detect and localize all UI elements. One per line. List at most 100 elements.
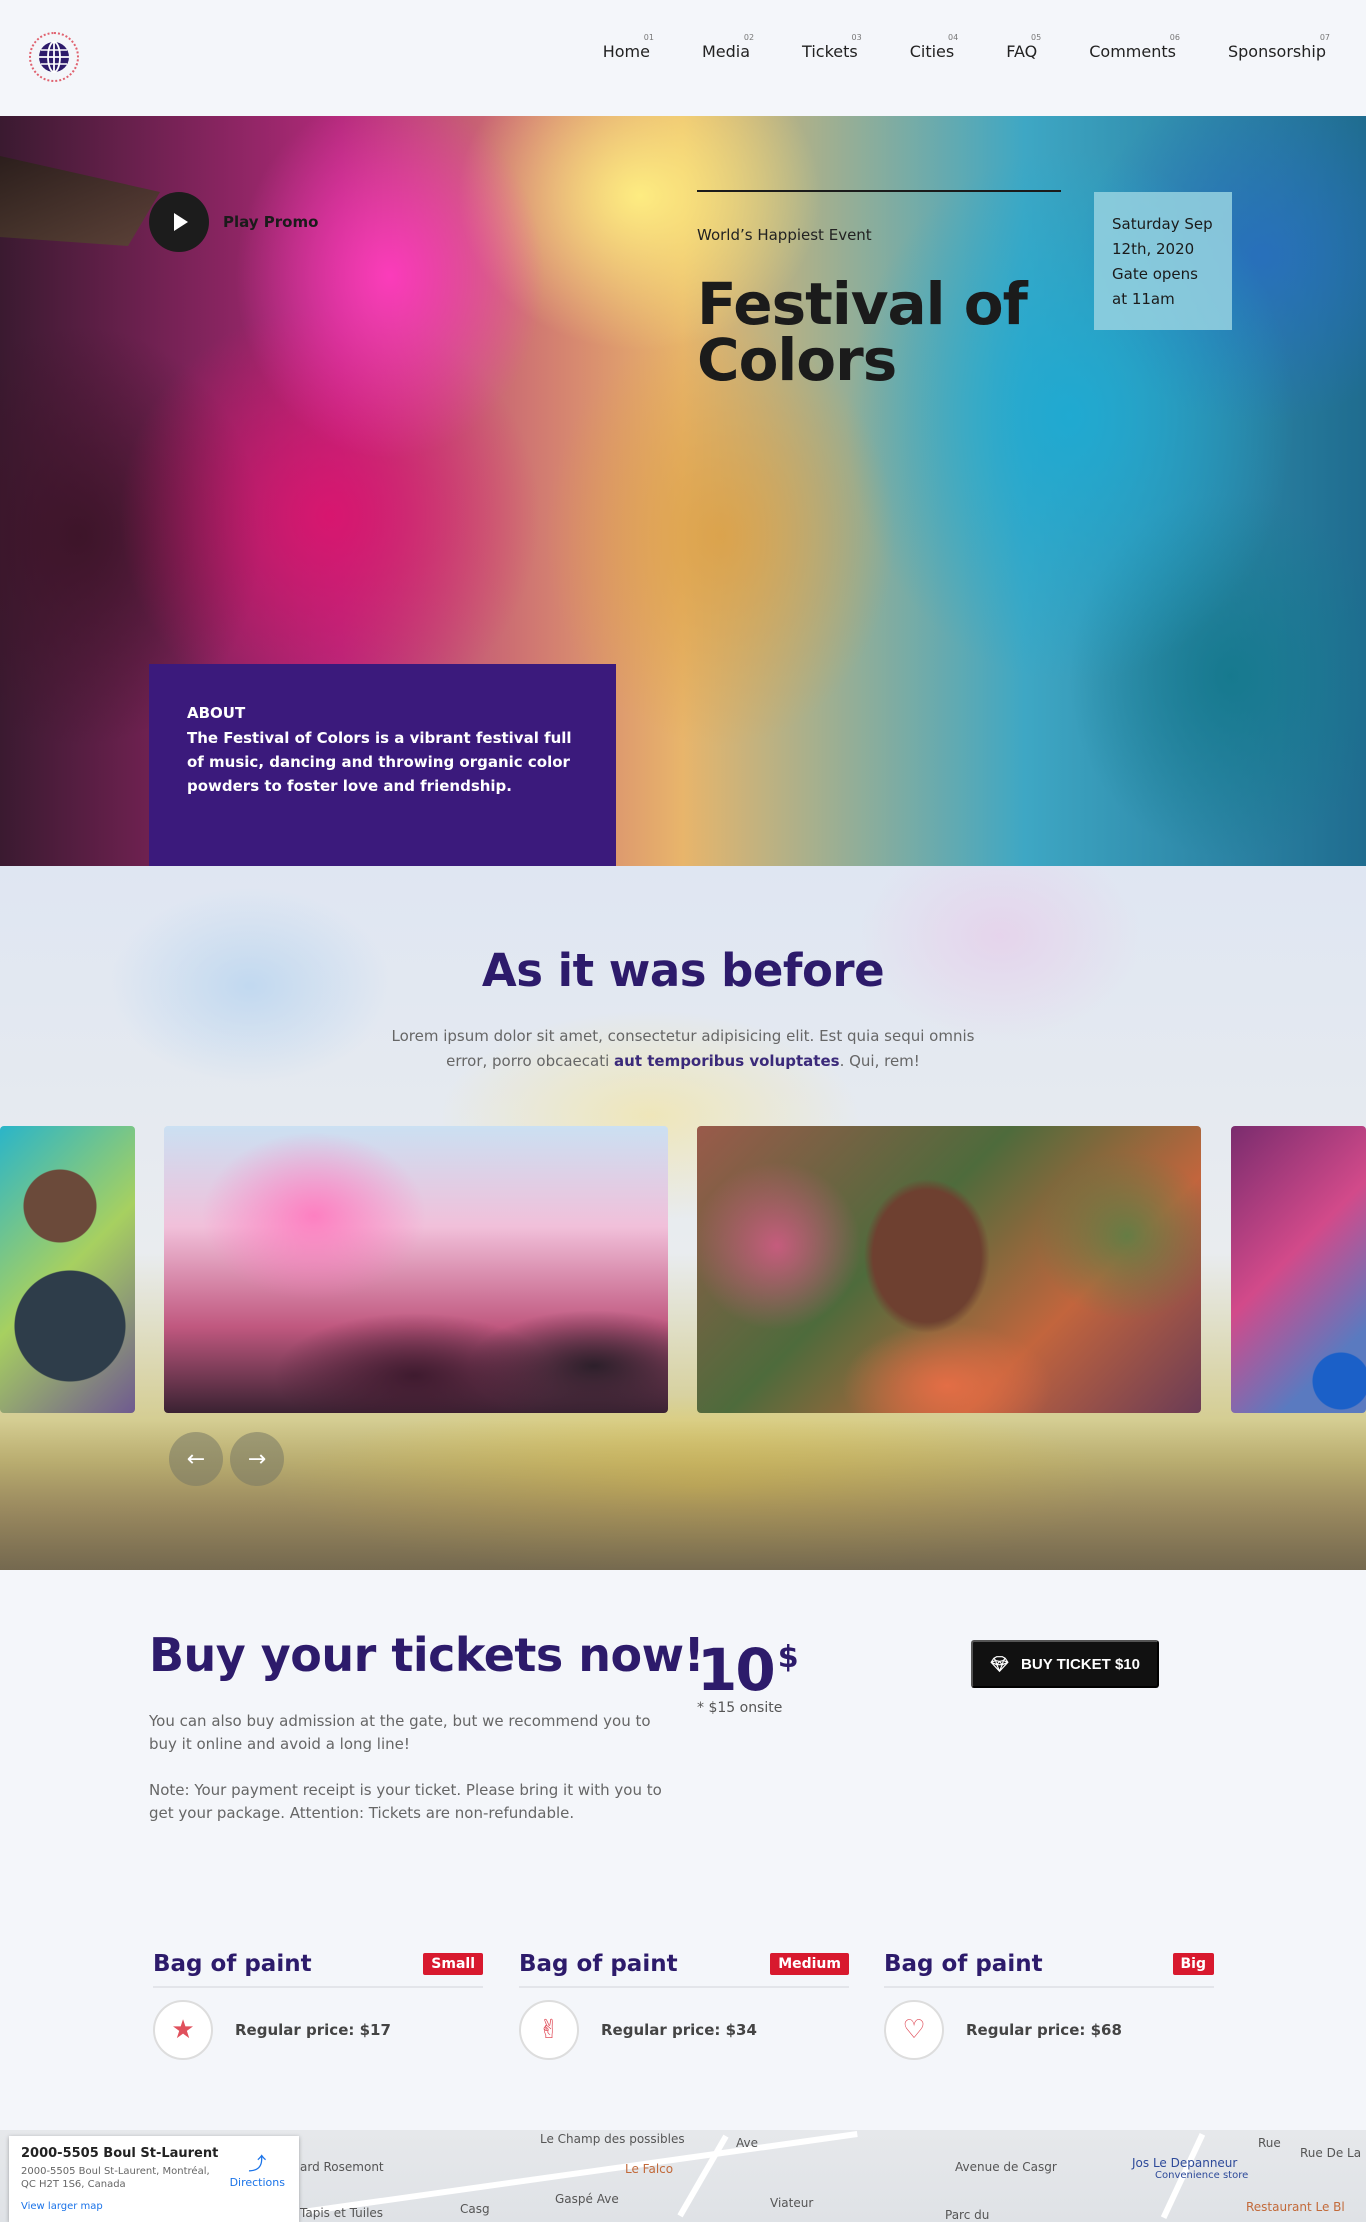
gallery-section: As it was before Lorem ipsum dolor sit a… xyxy=(0,866,1366,1570)
bag-body: ♡ Regular price: $68 xyxy=(884,2000,1214,2060)
bag-price: Regular price: $17 xyxy=(235,2021,391,2039)
play-promo-label: Play Promo xyxy=(223,213,319,231)
map-label: Convenience store xyxy=(1155,2170,1249,2181)
carousel-prev-arrow-icon[interactable]: ← xyxy=(169,1432,223,1486)
nav-label: Cities xyxy=(909,42,955,61)
map-label: Tapis et Tuiles xyxy=(300,2206,384,2220)
bag-card-small: Bag of paint Small ★ Regular price: $17 xyxy=(153,1948,483,2060)
map-label: Restaurant Le Bl xyxy=(1246,2200,1345,2214)
nav-num: 01 xyxy=(643,33,654,42)
bag-header: Bag of paint Small xyxy=(153,1948,483,1988)
bag-body: ★ Regular price: $17 xyxy=(153,2000,483,2060)
nav-label: FAQ xyxy=(1006,42,1038,61)
bag-header: Bag of paint Big xyxy=(884,1948,1214,1988)
directions-icon: ⤴ xyxy=(248,2154,267,2175)
gallery-photo[interactable] xyxy=(1231,1126,1366,1413)
nav-num: 05 xyxy=(1031,33,1042,42)
map-label: Ave xyxy=(736,2136,758,2150)
price-note: * $15 onsite xyxy=(697,1700,783,1716)
view-larger-map-link[interactable]: View larger map xyxy=(21,2201,287,2212)
gallery-photo[interactable] xyxy=(0,1126,135,1413)
bag-header: Bag of paint Medium xyxy=(519,1948,849,1988)
ticket-price: 10 $ xyxy=(697,1636,799,1704)
map-label: Casg xyxy=(460,2202,490,2216)
star-icon: ★ xyxy=(153,2000,213,2060)
bag-title: Bag of paint xyxy=(884,1951,1043,1977)
hero-background-image xyxy=(0,156,160,246)
map-road xyxy=(677,2134,729,2218)
nav-label: Sponsorship xyxy=(1227,42,1326,61)
bag-body: ✌ Regular price: $34 xyxy=(519,2000,849,2060)
map-place-address: 2000-5505 Boul St-Laurent, Montréal, QC … xyxy=(21,2166,210,2190)
nav-comments[interactable]: 06 Comments xyxy=(1089,33,1180,61)
map-label: Rue De La xyxy=(1300,2146,1362,2160)
nav-num: 06 xyxy=(1169,33,1180,42)
map-label: Le Falco xyxy=(625,2162,674,2176)
event-date-box: Saturday Sep 12th, 2020 Gate opens at 11… xyxy=(1094,192,1232,330)
about-box: ABOUT The Festival of Colors is a vibran… xyxy=(149,664,616,866)
directions-label: Directions xyxy=(229,2176,285,2189)
map-label: ard Rosemont xyxy=(300,2160,384,2174)
bag-card-big: Bag of paint Big ♡ Regular price: $68 xyxy=(884,1948,1214,2060)
site-header: 01 Home 02 Media 03 Tickets 04 Cities 05 FAQ … xyxy=(0,0,1366,116)
gallery-description: Lorem ipsum dolor sit amet, consectetur … xyxy=(370,1024,996,1074)
tickets-note: Note: Your payment receipt is your ticke… xyxy=(149,1781,662,1822)
hero-title-line2: Colors xyxy=(697,326,897,394)
map-label: Rue xyxy=(1258,2136,1281,2150)
nav-sponsorship[interactable]: 07 Sponsorship xyxy=(1227,33,1330,61)
tickets-text: You can also buy admission at the gate, … xyxy=(149,1712,651,1753)
hero-eyebrow: World’s Happiest Event xyxy=(697,226,872,244)
hero-divider xyxy=(697,190,1061,192)
nav-tickets[interactable]: 03 Tickets xyxy=(802,33,862,61)
peace-hand-icon: ✌ xyxy=(519,2000,579,2060)
map-label: Parc du xyxy=(945,2208,990,2222)
nav-faq[interactable]: 05 FAQ xyxy=(1006,33,1041,61)
gallery-desc-end: . Qui, rem! xyxy=(839,1052,920,1070)
nav-num: 02 xyxy=(743,33,755,42)
nav-num: 07 xyxy=(1319,33,1330,42)
bag-title: Bag of paint xyxy=(519,1951,678,1977)
nav-cities[interactable]: 04 Cities xyxy=(909,33,959,61)
play-promo[interactable]: Play Promo xyxy=(149,192,318,252)
bag-title: Bag of paint xyxy=(153,1951,312,1977)
map-label: Avenue de Casgr xyxy=(955,2160,1057,2174)
hero-title: Festival of Colors xyxy=(697,275,1028,389)
embedded-map[interactable]: Le Champ des possibles Ave Le Falco Gasp… xyxy=(0,2130,1366,2222)
gallery-photo[interactable] xyxy=(697,1126,1201,1413)
globe-logo-icon[interactable] xyxy=(29,32,79,82)
gallery-desc-bold: aut temporibus voluptates xyxy=(614,1052,840,1070)
buy-ticket-button[interactable]: 💎︎ BUY TICKET $10 xyxy=(971,1640,1159,1688)
gallery-photo[interactable] xyxy=(164,1126,668,1413)
bag-price: Regular price: $68 xyxy=(966,2021,1122,2039)
nav-label: Media xyxy=(701,42,751,61)
main-nav: 01 Home 02 Media 03 Tickets 04 Cities 05 FAQ … xyxy=(551,33,1330,61)
carousel-next-arrow-icon[interactable]: → xyxy=(230,1432,284,1486)
map-label: Viateur xyxy=(770,2196,814,2210)
nav-num: 03 xyxy=(851,33,862,42)
nav-media[interactable]: 02 Media xyxy=(701,33,754,61)
tickets-title: Buy your tickets now! xyxy=(149,1628,705,1682)
hero-section: Play Promo World’s Happiest Event Festiv… xyxy=(0,116,1366,866)
about-heading: ABOUT xyxy=(187,704,246,722)
price-currency: $ xyxy=(777,1640,799,1675)
map-label: Le Champ des possibles xyxy=(540,2132,685,2146)
nav-home[interactable]: 01 Home xyxy=(602,33,654,61)
size-badge: Medium xyxy=(770,1953,849,1975)
directions-button[interactable]: ⤴ Directions xyxy=(230,2150,285,2189)
price-amount: 10 xyxy=(697,1636,776,1704)
play-icon[interactable] xyxy=(149,192,209,252)
map-label: Jos Le Depanneur xyxy=(1132,2156,1238,2170)
size-badge: Big xyxy=(1172,1953,1214,1975)
diamond-icon: 💎︎ xyxy=(990,1656,1010,1673)
heart-icon: ♡ xyxy=(884,2000,944,2060)
nav-label: Home xyxy=(602,42,650,61)
map-label: Gaspé Ave xyxy=(555,2192,619,2206)
nav-num: 04 xyxy=(948,33,959,42)
nav-label: Comments xyxy=(1089,42,1176,61)
size-badge: Small xyxy=(423,1953,483,1975)
about-text: The Festival of Colors is a vibrant fest… xyxy=(187,729,572,795)
bag-price: Regular price: $34 xyxy=(601,2021,757,2039)
nav-label: Tickets xyxy=(802,42,858,61)
buy-ticket-label: BUY TICKET $10 xyxy=(1021,1655,1140,1673)
map-info-card: 2000-5505 Boul St-Laurent 2000-5505 Boul… xyxy=(9,2136,299,2222)
